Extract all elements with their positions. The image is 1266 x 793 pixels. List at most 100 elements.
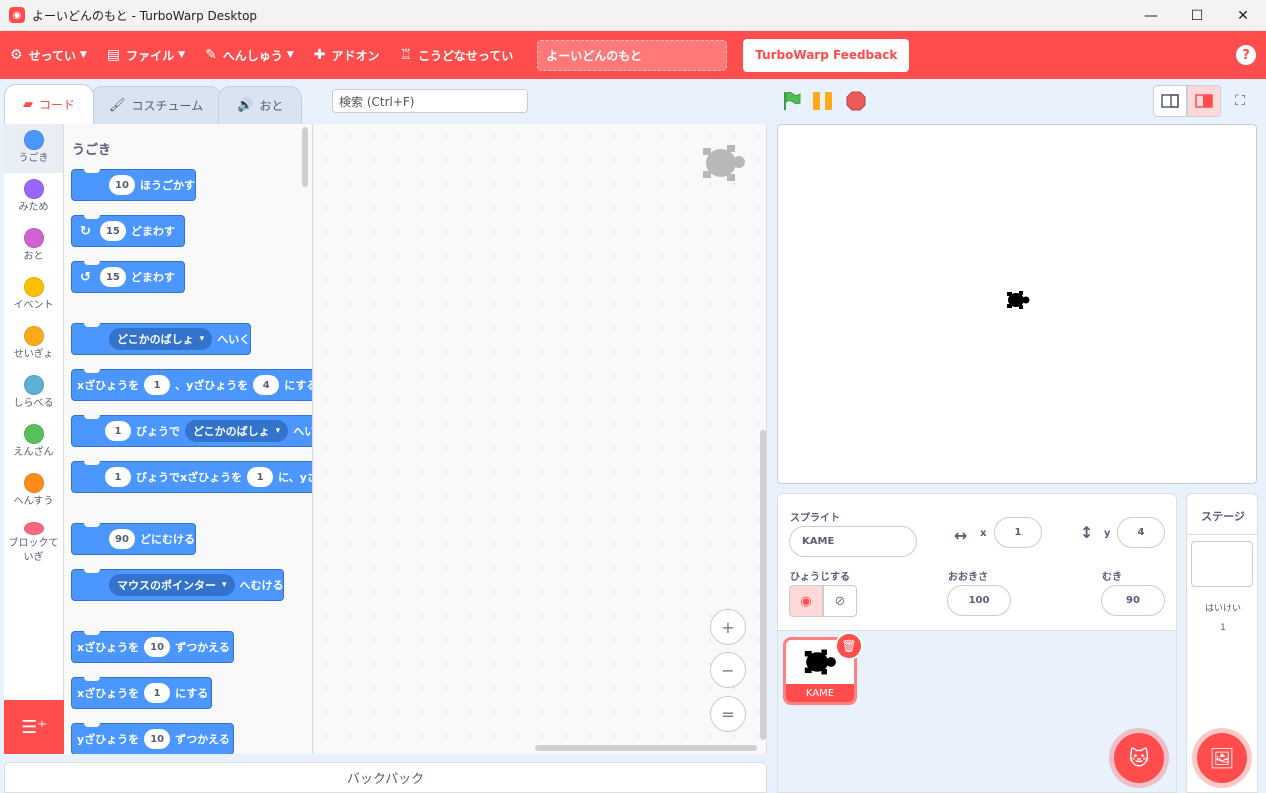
block-point-direction[interactable]: 90 どにむける [71, 523, 196, 555]
help-button[interactable]: ? [1236, 45, 1256, 65]
block-set-x[interactable]: xざひょうを 1 にする [71, 677, 212, 709]
sprite-tile-name: KAME [786, 684, 854, 702]
large-stage-button[interactable] [1187, 85, 1221, 117]
block-glide-xy[interactable]: 1 びょうでxざひょうを 1 に、yざ [71, 461, 312, 493]
block-dropdown[interactable]: どこかのばしょ [109, 328, 213, 350]
tab-sounds[interactable]: 🔊 おと [218, 86, 303, 124]
direction-field[interactable]: 90 [1101, 585, 1165, 616]
zoom-reset-button[interactable]: = [710, 696, 746, 732]
block-text: にする [284, 379, 312, 392]
block-input[interactable]: 10 [109, 175, 135, 195]
add-extension-button[interactable]: ☰⁺ [4, 700, 64, 754]
fullscreen-icon[interactable]: ⛶ [1230, 91, 1250, 111]
maximize-button[interactable]: ☐ [1174, 0, 1220, 31]
category-sensing[interactable]: しらべる [4, 369, 63, 418]
y-position-field[interactable]: 4 [1117, 517, 1165, 548]
pause-button[interactable] [813, 92, 835, 110]
add-sprite-button[interactable]: 🐱 [1114, 733, 1164, 783]
menu-advanced-settings[interactable]: ♖ こうどなせってい [389, 31, 523, 79]
block-input[interactable]: 15 [99, 267, 126, 287]
delete-sprite-button[interactable]: 🗑 [835, 632, 863, 660]
block-text: びょうでxざひょうを [136, 471, 243, 484]
small-stage-icon [1161, 94, 1179, 108]
block-input[interactable]: 15 [99, 221, 126, 241]
block-input[interactable]: 1 [144, 683, 171, 703]
add-backdrop-button[interactable]: 🖼 [1197, 733, 1247, 783]
block-turn-right[interactable]: ↻ 15 どまわす [71, 215, 185, 247]
menu-addons[interactable]: ✚ アドオン [304, 31, 390, 79]
block-point-towards[interactable]: マウスのポインター へむける [71, 569, 284, 601]
block-goto-xy[interactable]: xざひょうを 1 、yざひょうを 4 にする [71, 369, 312, 401]
project-title-input[interactable]: よーいどんのもと [537, 39, 728, 71]
feedback-button[interactable]: TurboWarp Feedback [743, 38, 910, 72]
block-input[interactable]: 90 [109, 529, 135, 549]
editor-tabs: ▰ コード 🖌 コスチューム 🔊 おと [4, 84, 303, 124]
block-goto[interactable]: どこかのばしょ へいく [71, 323, 251, 355]
sprite-name-field[interactable]: KAME [789, 526, 917, 557]
block-input[interactable]: 1 [105, 467, 131, 487]
block-turn-left[interactable]: ↺ 15 どまわす [71, 261, 185, 293]
block-input[interactable]: 4 [253, 375, 280, 395]
turtle-icon [804, 649, 836, 675]
category-control[interactable]: せいぎょ [4, 320, 63, 369]
menu-file[interactable]: ▤ ファイル ▼ [97, 31, 195, 79]
stop-icon[interactable] [846, 91, 866, 111]
palette-scrollbar[interactable] [302, 127, 308, 187]
block-dropdown[interactable]: どこかのばしょ [185, 420, 289, 442]
large-stage-icon [1195, 94, 1213, 108]
block-glide-to[interactable]: 1 びょうで どこかのばしょ へい [71, 415, 312, 447]
category-dot [23, 326, 44, 346]
block-text: どにむける [140, 533, 195, 546]
category-operators[interactable]: えんざん [4, 418, 63, 467]
menu-settings[interactable]: ⚙ せってい ▼ [0, 31, 97, 79]
green-flag-icon[interactable] [782, 91, 802, 111]
block-input[interactable]: 10 [144, 637, 171, 657]
small-stage-button[interactable] [1153, 85, 1187, 117]
category-motion[interactable]: うごき [4, 124, 63, 173]
minimize-button[interactable]: — [1128, 0, 1174, 31]
block-input[interactable]: 1 [144, 375, 171, 395]
block-input[interactable]: 1 [247, 467, 274, 487]
pause-bar-right [825, 92, 832, 110]
block-move[interactable]: 10 ほうごかす [71, 169, 196, 201]
size-field[interactable]: 100 [947, 585, 1011, 616]
menu-settings-label: せってい [28, 48, 76, 63]
add-extension-icon: ☰⁺ [21, 716, 47, 738]
workspace-vertical-scrollbar[interactable] [760, 430, 766, 740]
category-dot [23, 228, 44, 248]
block-input[interactable]: 10 [144, 729, 171, 749]
category-label: うごき [18, 153, 49, 164]
search-input[interactable]: 検索 (Ctrl+F) [332, 89, 528, 113]
category-my-blocks[interactable]: ブロックていぎ [4, 516, 63, 565]
category-looks[interactable]: みため [4, 173, 63, 222]
menu-edit[interactable]: ✎ へんしゅう ▼ [195, 31, 304, 79]
block-change-y[interactable]: yざひょうを 10 ずつかえる [71, 723, 234, 754]
block-input[interactable]: 1 [105, 421, 131, 441]
turtle-sprite[interactable] [1005, 290, 1031, 310]
block-text: へいく [217, 333, 251, 346]
category-sound[interactable]: おと [4, 222, 63, 271]
close-window-button[interactable]: ✕ [1220, 0, 1266, 31]
category-events[interactable]: イベント [4, 271, 63, 320]
zoom-out-button[interactable]: − [710, 652, 746, 688]
block-palette: うごき 10 ほうごかす ↻ 15 どまわす ↺ 15 どまわす どこかのばしょ… [64, 124, 313, 754]
chevron-down-icon: ▼ [178, 50, 186, 60]
workspace-horizontal-scrollbar[interactable] [535, 745, 757, 751]
block-dropdown[interactable]: マウスのポインター [109, 574, 235, 596]
block-text: xざひょうを [77, 379, 140, 392]
backdrop-label: はいけい [1204, 604, 1241, 614]
pause-bar-left [813, 92, 820, 110]
hide-sprite-button[interactable]: ⊘ [823, 585, 857, 617]
block-change-x[interactable]: xざひょうを 10 ずつかえる [71, 631, 234, 663]
tab-costumes[interactable]: 🖌 コスチューム [90, 86, 223, 124]
category-variables[interactable]: へんすう [4, 467, 63, 516]
x-position-field[interactable]: 1 [994, 517, 1042, 548]
zoom-in-button[interactable]: + [710, 609, 746, 645]
script-workspace[interactable] [314, 124, 767, 754]
vertical-arrows-icon: ↕ [1080, 523, 1094, 542]
tab-code[interactable]: ▰ コード [4, 84, 95, 124]
turbowarp-logo-icon: ◉ [9, 7, 25, 23]
show-sprite-button[interactable]: ◉ [789, 585, 823, 617]
backpack-header[interactable]: バックパック [4, 762, 767, 793]
menu-edit-label: へんしゅう [222, 48, 283, 63]
